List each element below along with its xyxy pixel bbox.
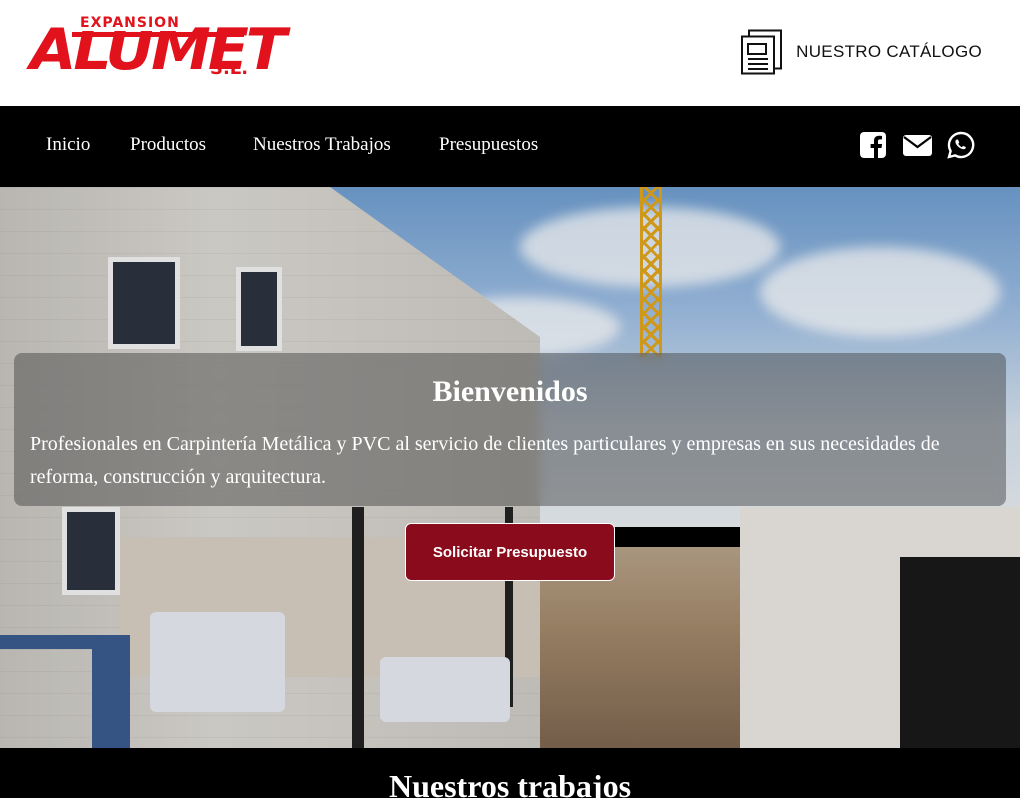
catalog-label: NUESTRO CATÁLOGO <box>796 42 982 61</box>
nav-item-trabajos[interactable]: Nuestros Trabajos <box>253 134 391 156</box>
hero-banner: Bienvenidos Profesionales en Carpintería… <box>0 187 1020 748</box>
nav-item-inicio[interactable]: Inicio <box>46 134 90 156</box>
email-icon[interactable] <box>902 131 933 159</box>
top-header: ALUMET EXPANSION S.L. NUESTRO CATÁLOGO <box>0 0 1020 106</box>
whatsapp-icon[interactable] <box>947 131 975 159</box>
nav-item-productos[interactable]: Productos <box>130 134 206 156</box>
hero-title: Bienvenidos <box>432 375 588 408</box>
nav-item-presupuestos[interactable]: Presupuestos <box>439 134 538 156</box>
logo-subtitle: EXPANSION <box>77 15 183 31</box>
logo-bar <box>72 32 244 37</box>
document-icon <box>741 29 783 75</box>
facebook-icon[interactable] <box>859 131 887 159</box>
request-quote-button[interactable]: Solicitar Presupuesto <box>405 523 615 581</box>
section-title: Nuestros trabajos <box>388 768 632 798</box>
hero-description: Profesionales en Carpintería Metálica y … <box>30 433 940 488</box>
catalog-link[interactable]: NUESTRO CATÁLOGO <box>740 29 982 75</box>
company-logo[interactable]: ALUMET EXPANSION S.L. <box>30 14 287 84</box>
logo-suffix: S.L. <box>210 58 249 79</box>
